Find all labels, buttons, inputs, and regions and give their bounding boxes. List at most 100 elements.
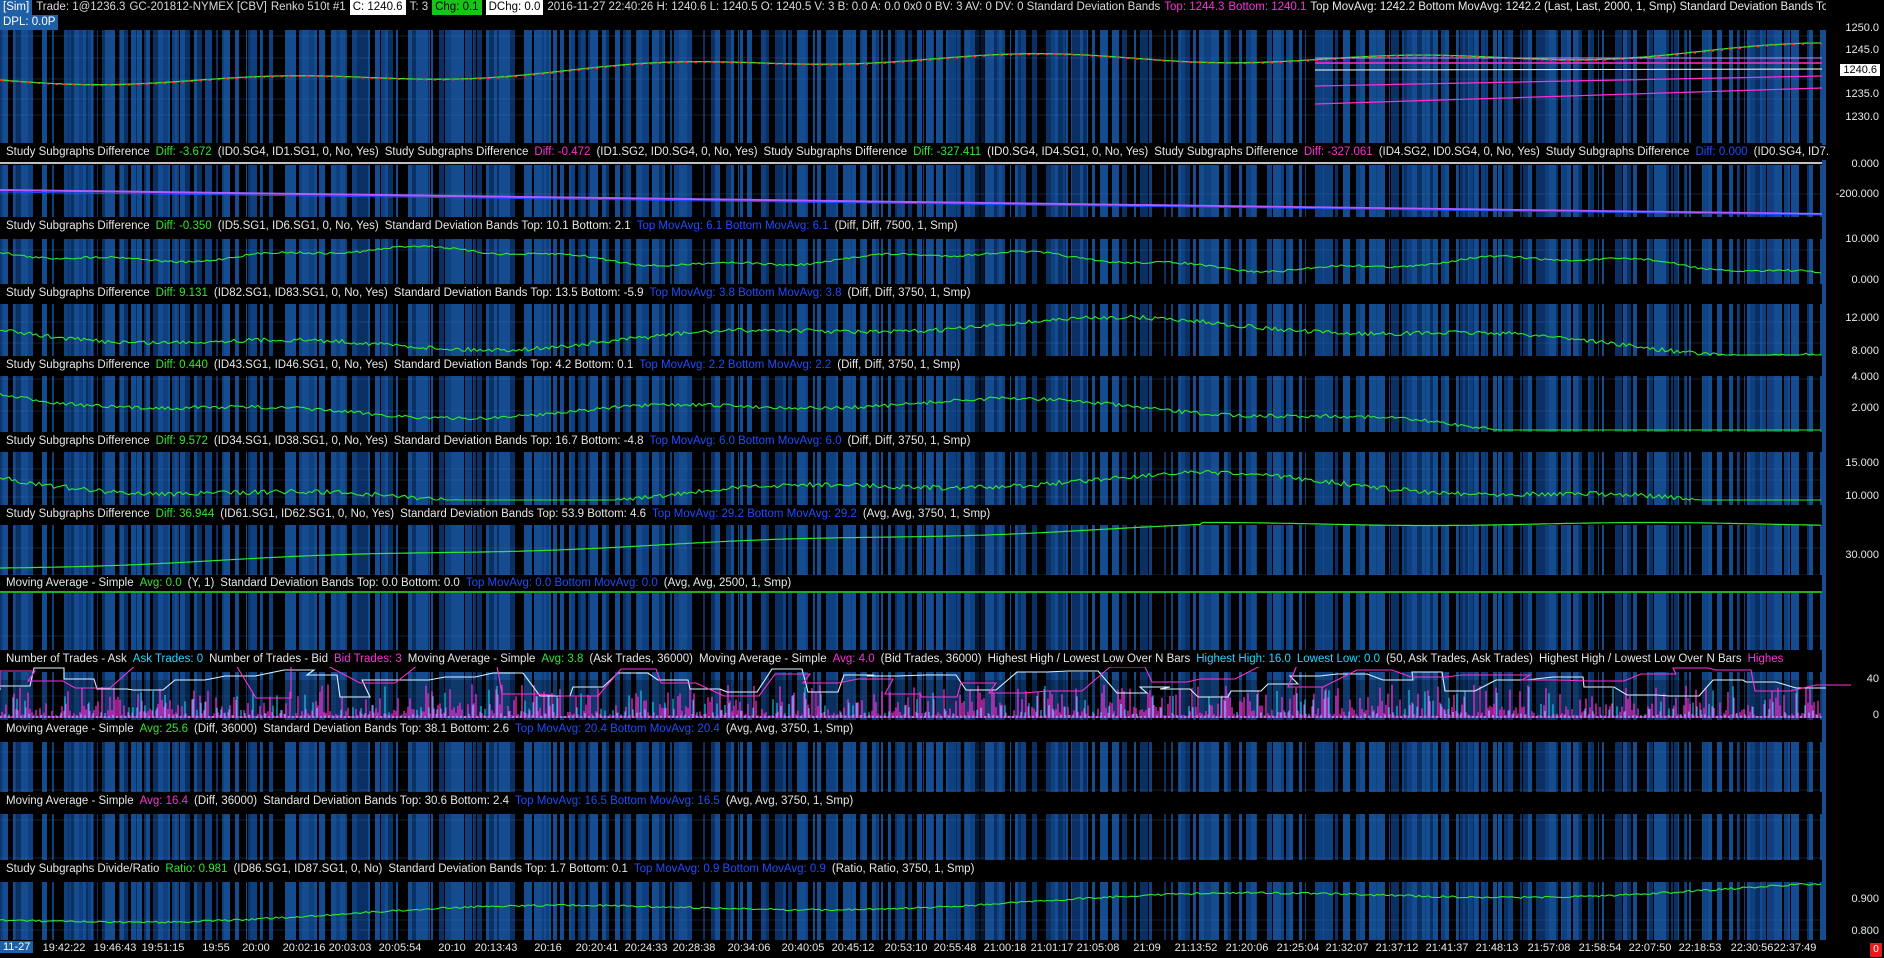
- study-label-part: Standard Deviation Bands Top: 30.6 Botto…: [263, 795, 510, 807]
- study-label-part: Avg: 0.0: [139, 577, 182, 589]
- time-tick: 20:10: [438, 942, 466, 954]
- time-tick: 20:20:41: [575, 942, 619, 954]
- bar-type-label: Renko 510t #1: [270, 1, 346, 13]
- study-label-p4[interactable]: Study Subgraphs Difference Diff: 0.440 (ID…: [6, 358, 967, 373]
- study-label-part: Study Subgraphs Difference: [6, 508, 150, 520]
- time-tick: 20:28:38: [672, 942, 716, 954]
- study-label-part: Study Subgraphs Difference: [384, 146, 529, 158]
- study-label-part: (ID61.SG1, ID62.SG1, 0, No, Yes): [220, 508, 395, 520]
- study-label-p3[interactable]: Study Subgraphs Difference Diff: 9.131 (ID…: [6, 286, 977, 301]
- study-label-part: Avg: 4.0: [832, 653, 875, 665]
- study-label-part: Avg: 16.4: [139, 795, 189, 807]
- study-label-part: (Diff, Diff, 3750, 1, Smp): [847, 435, 971, 447]
- study-axis-label: 8.000: [1851, 345, 1879, 357]
- study-label-p9[interactable]: Moving Average - Simple Avg: 25.6 (Diff, 3…: [6, 722, 860, 737]
- time-tick: 22:30:56: [1730, 942, 1774, 954]
- study-label-part: (Bid Trades, 36000): [880, 653, 982, 665]
- sim-badge[interactable]: [Sim]: [0, 0, 33, 15]
- study-label-part: (ID4.SG2, ID0.SG4, 0, No, Yes): [1378, 146, 1540, 158]
- study-label-part: Top MovAvg: 2.2 Bottom MovAvg: 2.2: [639, 359, 832, 371]
- time-tick: 22:37:49: [1773, 942, 1817, 954]
- study-axis-label: -200.000: [1835, 188, 1879, 200]
- study-label-part: (Y, 1): [187, 577, 215, 589]
- band-movavg-info: Top MovAvg: 1242.2 Bottom MovAvg: 1242.2…: [1310, 1, 1826, 13]
- study-label-part: (Avg, Avg, 3750, 1, Smp): [725, 723, 854, 735]
- study-label-part: Study Subgraphs Difference: [763, 146, 908, 158]
- study-label-part: Top MovAvg: 6.1 Bottom MovAvg: 6.1: [636, 220, 829, 232]
- study-label-part: (Avg, Avg, 3750, 1, Smp): [862, 508, 991, 520]
- study-label-part: Top MovAvg: 20.4 Bottom MovAvg: 20.4: [515, 723, 720, 735]
- study-label-part: Moving Average - Simple: [698, 653, 827, 665]
- study-label-part: Moving Average - Simple: [6, 795, 134, 807]
- study-label-part: (ID86.SG1, ID87.SG1, 0, No): [233, 863, 383, 875]
- study-label-part: Top MovAvg: 16.5 Bottom MovAvg: 16.5: [515, 795, 720, 807]
- study-axis-label: 30.000: [1845, 549, 1879, 561]
- study-label-part: (Ask Trades, 36000): [589, 653, 693, 665]
- study-label-part: Diff: -0.472: [534, 146, 591, 158]
- study-label-part: Number of Trades - Bid: [209, 653, 328, 665]
- study-label-part: (Diff, 36000): [194, 723, 258, 735]
- study-label-part: Standard Deviation Bands Top: 0.0 Bottom…: [220, 577, 460, 589]
- time-tick: 21:32:07: [1325, 942, 1369, 954]
- study-label-part: Diff: 9.131: [155, 287, 208, 299]
- study-label-part: Top MovAvg: 29.2 Bottom MovAvg: 29.2: [652, 508, 857, 520]
- study-label-part: Study Subgraphs Divide/Ratio: [6, 863, 160, 875]
- time-tick: 21:58:54: [1578, 942, 1622, 954]
- study-axis-label: 0.900: [1851, 893, 1879, 905]
- study-label-p2[interactable]: Study Subgraphs Difference Diff: -0.350 (I…: [6, 219, 964, 234]
- time-tick: 20:13:43: [474, 942, 518, 954]
- study-label-part: (Diff, 36000): [194, 795, 258, 807]
- time-tick: 19:46:43: [93, 942, 137, 954]
- time-axis[interactable]: 19:42:22 19:46:43 19:51:15 19:55 20:00 20:02:…: [0, 940, 1826, 958]
- study-label-p1[interactable]: Study Subgraphs Difference Diff: -3.672 (I…: [6, 145, 1828, 160]
- time-tick: 22:18:53: [1678, 942, 1722, 954]
- study-label-part: (Ratio, Ratio, 3750, 1, Smp): [831, 863, 975, 875]
- time-tick: 20:03:03: [328, 942, 372, 954]
- price-axis-label: 1250.0: [1845, 22, 1879, 34]
- study-label-part: (50, Ask Trades, Ask Trades): [1385, 653, 1533, 665]
- time-tick: 21:05:08: [1076, 942, 1120, 954]
- study-label-part: Highest High: 16.0: [1196, 653, 1291, 665]
- time-tick: 21:00:18: [983, 942, 1027, 954]
- study-label-part: (ID34.SG1, ID38.SG1, 0, No, Yes): [213, 435, 388, 447]
- study-label-part: Standard Deviation Bands Top: 38.1 Botto…: [263, 723, 510, 735]
- t-value: T: 3: [409, 1, 429, 13]
- study-label-part: Bid Trades: 3: [334, 653, 402, 665]
- time-tick: 19:51:15: [141, 942, 185, 954]
- study-label-p10[interactable]: Moving Average - Simple Avg: 16.4 (Diff, 3…: [6, 794, 860, 809]
- study-axis-label: 15.000: [1845, 457, 1879, 469]
- time-tick: 21:41:37: [1425, 942, 1469, 954]
- time-tick: 20:53:10: [884, 942, 928, 954]
- study-label-p5[interactable]: Study Subgraphs Difference Diff: 9.572 (ID…: [6, 434, 977, 449]
- time-tick: 20:34:06: [727, 942, 771, 954]
- study-label-part: Standard Deviation Bands Top: 53.9 Botto…: [400, 508, 647, 520]
- chart-canvas[interactable]: [0, 0, 1884, 958]
- study-label-part: Standard Deviation Bands Top: 16.7 Botto…: [393, 435, 644, 447]
- study-label-part: (ID82.SG1, ID83.SG1, 0, No, Yes): [213, 287, 388, 299]
- time-tick: 21:57:08: [1527, 942, 1571, 954]
- study-label-part: Moving Average - Simple: [6, 723, 134, 735]
- study-label-part: Study Subgraphs Difference: [1154, 146, 1298, 158]
- study-axis-label: 12.000: [1845, 312, 1879, 324]
- symbol-label[interactable]: GC-201812-NYMEX [CBV]: [129, 0, 266, 15]
- time-tick: 20:00: [242, 942, 270, 954]
- time-tick: 20:16: [534, 942, 562, 954]
- band-bottom-value: Bottom: 1240.1: [1228, 1, 1307, 13]
- study-axis-label: 0.800: [1851, 925, 1879, 937]
- study-label-p6[interactable]: Study Subgraphs Difference Diff: 36.944 (I…: [6, 507, 997, 522]
- study-label-part: Top MovAvg: 0.0 Bottom MovAvg: 0.0: [465, 577, 658, 589]
- study-label-part: Diff: 36.944: [155, 508, 215, 520]
- study-label-p8[interactable]: Number of Trades - Ask Ask Trades: 0 Numbe…: [6, 652, 1790, 667]
- study-axis-label: 0.000: [1851, 274, 1879, 286]
- band-top-value: Top: 1244.3: [1164, 1, 1225, 13]
- study-label-part: Study Subgraphs Difference: [1545, 146, 1690, 158]
- study-label-p11[interactable]: Study Subgraphs Divide/Ratio Ratio: 0.981…: [6, 862, 981, 877]
- study-label-part: (ID1.SG2, ID0.SG4, 0, No, Yes): [596, 146, 758, 158]
- study-label-part: Highest High / Lowest Low Over N Bars: [987, 653, 1191, 665]
- time-tick: 21:13:52: [1174, 942, 1218, 954]
- price-axis-label: 1235.0: [1845, 88, 1879, 100]
- time-tick: 20:40:05: [781, 942, 825, 954]
- study-label-part: (ID0.SG4, ID7.S: [1753, 146, 1828, 158]
- study-label-p7[interactable]: Moving Average - Simple Avg: 0.0 (Y, 1) Sta…: [6, 576, 798, 591]
- alert-indicator[interactable]: 0: [1870, 943, 1882, 957]
